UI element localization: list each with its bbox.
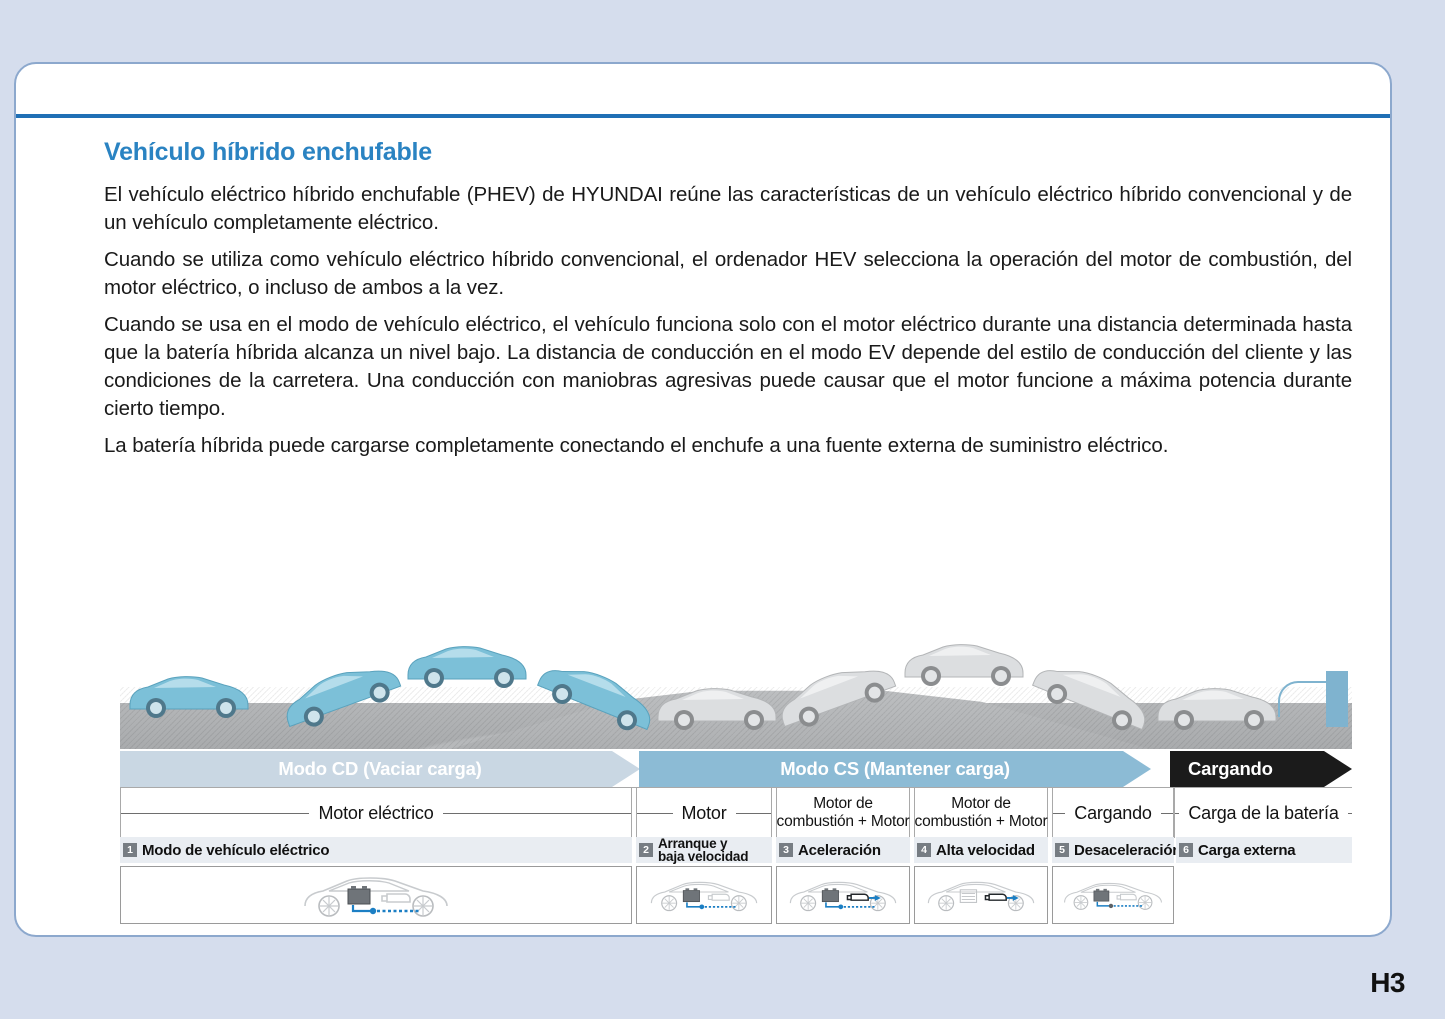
powerflow-diagram-1	[120, 866, 632, 924]
paragraph-2: Cuando se utiliza como vehículo eléctric…	[104, 246, 1352, 302]
caption-rule-left	[1053, 813, 1065, 814]
page-title: Vehículo híbrido enchufable	[104, 138, 1352, 167]
page-number: H3	[1370, 967, 1405, 999]
caption-line1: Motor de	[951, 795, 1011, 812]
stage-label-text: Modo de vehículo eléctrico	[142, 843, 329, 858]
powerflow-diagram-2	[636, 866, 772, 924]
stage-label-text: Desaceleración	[1074, 843, 1181, 858]
caption-text: Carga de la batería	[1179, 804, 1347, 823]
mode-bar-charging-label: Cargando	[1188, 758, 1273, 780]
car-photo-gray-3	[895, 629, 1035, 689]
mode-bar-row: Modo CD (Vaciar carga) Modo CS (Mantener…	[120, 751, 1352, 787]
stage-label-4: 4 Alta velocidad	[914, 837, 1048, 863]
caption-cargando: Cargando	[1052, 788, 1174, 838]
manual-page-card: Vehículo híbrido enchufable El vehículo …	[14, 62, 1392, 937]
caption-line2: combustión + Motor	[915, 813, 1048, 830]
caption-line1: Motor de	[813, 795, 873, 812]
caption-text: Motor eléctrico	[309, 804, 442, 823]
car-battery-to-wheels-diagram	[641, 872, 767, 918]
stage-badge: 1	[123, 843, 137, 857]
caption-line2: combustión + Motor	[777, 813, 910, 830]
car-photo-blue-3	[398, 631, 538, 691]
stage-badge: 5	[1055, 843, 1069, 857]
caption-rule-right	[443, 813, 631, 814]
mode-bar-cs-label: Modo CS (Mantener carga)	[780, 758, 1010, 780]
stage-label-6: 6 Carga externa	[1176, 837, 1352, 863]
powerflow-diagram-4	[914, 866, 1048, 924]
caption-text: Motor de combustión + Motor	[906, 795, 1057, 831]
charging-station-icon	[1326, 671, 1348, 727]
car-wheels-to-battery-diagram	[1055, 872, 1171, 918]
stage-badge: 6	[1179, 843, 1193, 857]
vehicle-photo-strip	[120, 624, 1352, 749]
paragraph-4: La batería híbrida puede cargarse comple…	[104, 432, 1352, 460]
stage-badge: 2	[639, 843, 653, 857]
stage-label-row: 1 Modo de vehículo eléctrico 2 Arranque …	[120, 837, 1352, 863]
paragraph-1: El vehículo eléctrico híbrido enchufable…	[104, 181, 1352, 237]
stage-label-text: Aceleración	[798, 843, 881, 858]
car-engine-to-wheels-diagram	[918, 872, 1044, 918]
mode-bar-cd: Modo CD (Vaciar carga)	[120, 751, 640, 787]
caption-text: Motor	[673, 804, 736, 823]
power-source-caption-row: Motor eléctrico Motor Motor de combustió…	[120, 787, 1352, 837]
stage-label-1: 1 Modo de vehículo eléctrico	[120, 837, 632, 863]
caption-rule-right	[1348, 813, 1352, 814]
stage-label-line2: baja velocidad	[658, 849, 748, 864]
car-battery-engine-to-wheels-diagram	[780, 872, 906, 918]
mode-bar-cs: Modo CS (Mantener carga)	[639, 751, 1151, 787]
header-rule	[16, 114, 1390, 118]
car-photo-blue-1	[120, 661, 260, 721]
caption-carga-bateria: Carga de la batería	[1174, 788, 1352, 838]
stage-badge: 4	[917, 843, 931, 857]
powerflow-diagram-3	[776, 866, 910, 924]
caption-motor-electrico: Motor eléctrico	[120, 788, 632, 838]
stage-label-text: Alta velocidad	[936, 843, 1035, 858]
car-battery-to-wheels-diagram	[291, 872, 461, 918]
phev-operation-figure: Modo CD (Vaciar carga) Modo CS (Mantener…	[120, 624, 1352, 928]
paragraph-3: Cuando se usa en el modo de vehículo elé…	[104, 311, 1352, 423]
caption-rule-right	[736, 813, 772, 814]
caption-combustion-motor-1: Motor de combustión + Motor	[776, 788, 910, 838]
car-photo-gray-5	[1148, 673, 1288, 733]
mode-bar-cd-label: Modo CD (Vaciar carga)	[278, 758, 481, 780]
stage-label-3: 3 Aceleración	[776, 837, 910, 863]
caption-text: Cargando	[1065, 804, 1160, 823]
mode-bar-charging: Cargando	[1170, 751, 1352, 787]
stage-label-2: 2 Arranque y baja velocidad	[636, 837, 772, 863]
stage-label-5: 5 Desaceleración	[1052, 837, 1174, 863]
stage-label-text: Arranque y baja velocidad	[658, 837, 748, 863]
figure-code: OAEPH057200L	[120, 932, 1352, 935]
page-content: Vehículo híbrido enchufable El vehículo …	[104, 138, 1352, 460]
charging-cable	[1278, 681, 1328, 717]
caption-rule-right	[1161, 813, 1173, 814]
stage-badge: 3	[779, 843, 793, 857]
powerflow-diagram-row	[120, 866, 1352, 928]
caption-motor: Motor	[636, 788, 772, 838]
powerflow-diagram-5	[1052, 866, 1174, 924]
caption-text: Motor de combustión + Motor	[768, 795, 919, 831]
caption-rule-left	[637, 813, 673, 814]
caption-combustion-motor-2: Motor de combustión + Motor	[914, 788, 1048, 838]
caption-rule-left	[121, 813, 309, 814]
stage-label-text: Carga externa	[1198, 843, 1295, 858]
